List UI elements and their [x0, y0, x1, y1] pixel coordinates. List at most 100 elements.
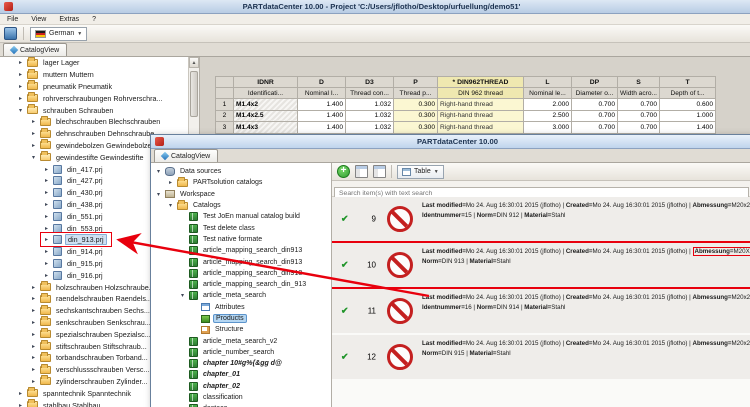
table-cell[interactable]: 1.400	[298, 110, 346, 122]
table-cell[interactable]: Right-hand thread	[438, 110, 524, 122]
expand-arrow-icon[interactable]: ▸	[17, 402, 24, 407]
scroll-up-icon[interactable]: ▲	[189, 57, 199, 68]
tree-item-products[interactable]: Products	[151, 313, 331, 324]
row-number[interactable]: 2	[216, 110, 234, 122]
table-cell[interactable]: 1.032	[346, 122, 394, 134]
expand-arrow-icon[interactable]: ▸	[30, 118, 37, 125]
tree-item-workspace[interactable]: ▾Workspace	[151, 189, 331, 200]
table-cell[interactable]: 2.500	[524, 110, 572, 122]
collapse-arrow-icon[interactable]: ▾	[155, 168, 162, 175]
tree-item-muttern-muttern[interactable]: ▸muttern Muttern	[0, 69, 199, 81]
expand-arrow-icon[interactable]: ▸	[43, 248, 50, 255]
column-header-l[interactable]: L	[524, 77, 572, 88]
tree-item-article-mapping-search-din913[interactable]: article_mapping_search_din913	[151, 245, 331, 256]
collapse-arrow-icon[interactable]: ▾	[17, 107, 24, 114]
tree-item-lager-lager[interactable]: ▸lager Lager	[0, 57, 199, 69]
menu-item[interactable]: ?	[92, 16, 96, 23]
table-cell[interactable]: 0.300	[394, 110, 438, 122]
collapse-arrow-icon[interactable]: ▾	[30, 154, 37, 161]
expand-arrow-icon[interactable]: ▸	[30, 130, 37, 137]
table-cell[interactable]: 0.300	[394, 122, 438, 134]
tree-item-article-mapping-search-din-913[interactable]: article_mapping_search_din_913	[151, 279, 331, 290]
row-number[interactable]: 3	[216, 122, 234, 134]
edit-table-icon[interactable]	[355, 165, 368, 178]
expand-arrow-icon[interactable]: ▸	[167, 179, 174, 186]
table-view-icon[interactable]	[373, 165, 386, 178]
expand-arrow-icon[interactable]: ▸	[43, 166, 50, 173]
tree-item-partsolution-catalogs[interactable]: ▸PARTsolution catalogs	[151, 177, 331, 188]
expand-arrow-icon[interactable]: ▸	[30, 366, 37, 373]
tree-item-test-joen-manual-catalog-build[interactable]: Test JoEn manual catalog build	[151, 211, 331, 222]
table-cell[interactable]: M1.4x2.5	[234, 110, 298, 122]
row-number[interactable]: 1	[216, 99, 234, 111]
expand-arrow-icon[interactable]: ▸	[17, 59, 24, 66]
column-header-thread-p[interactable]: Thread p...	[394, 88, 438, 99]
main-window-titlebar[interactable]: PARTdataCenter 10.00 - Project 'C:/Users…	[0, 0, 750, 14]
tree-item-blechschrauben-blechschrauben[interactable]: ▸blechschrauben Blechschrauben	[0, 116, 199, 128]
table-cell[interactable]: 1.032	[346, 110, 394, 122]
table-cell[interactable]: 1.032	[346, 99, 394, 111]
collapse-arrow-icon[interactable]: ▾	[179, 292, 186, 299]
column-header-dp[interactable]: DP	[572, 77, 618, 88]
tree-item-chapter-01[interactable]: chapter_01	[151, 369, 331, 380]
column-header-d3[interactable]: D3	[346, 77, 394, 88]
table-cell[interactable]: 1.400	[298, 122, 346, 134]
column-header-diameter-o[interactable]: Diameter o...	[572, 88, 618, 99]
tree-item-test-delete-class[interactable]: Test delete class	[151, 222, 331, 233]
table-cell[interactable]: M1.4x2	[234, 99, 298, 111]
expand-arrow-icon[interactable]: ▸	[30, 295, 37, 302]
expand-arrow-icon[interactable]: ▸	[43, 236, 50, 243]
tree-item-schrauben-schrauben[interactable]: ▾schrauben Schrauben	[0, 104, 199, 116]
expand-arrow-icon[interactable]: ▸	[30, 142, 37, 149]
column-header-din-962-thread[interactable]: DIN 962 thread	[438, 88, 524, 99]
table-cell[interactable]: 0.600	[660, 99, 716, 111]
product-row-9[interactable]: ✔9Last modified=Mo 24. Aug 16:30:01 2015…	[332, 197, 750, 241]
tree-item-article-meta-search[interactable]: ▾article_meta_search	[151, 290, 331, 301]
menu-file[interactable]: File	[7, 16, 18, 23]
expand-arrow-icon[interactable]: ▸	[43, 225, 50, 232]
column-header-p[interactable]: P	[394, 77, 438, 88]
expand-arrow-icon[interactable]: ▸	[17, 83, 24, 90]
expand-arrow-icon[interactable]: ▸	[43, 189, 50, 196]
tree-item-pneumatik-pneumatik[interactable]: ▸pneumatik Pneumatik	[0, 81, 199, 93]
collapse-arrow-icon[interactable]: ▾	[155, 191, 162, 198]
expand-arrow-icon[interactable]: ▸	[30, 354, 37, 361]
view-icon[interactable]	[4, 27, 17, 40]
product-row-12[interactable]: ✔12Last modified=Mo 24. Aug 16:30:01 201…	[332, 335, 750, 379]
scrollbar-thumb[interactable]	[190, 71, 198, 117]
table-cell[interactable]: Right-hand thread	[438, 99, 524, 111]
tab-catalogview-front[interactable]: CatalogView	[154, 149, 218, 162]
table-cell[interactable]: 0.700	[572, 99, 618, 111]
column-header-s[interactable]: S	[618, 77, 660, 88]
expand-arrow-icon[interactable]: ▸	[43, 213, 50, 220]
collapse-arrow-icon[interactable]: ▾	[167, 202, 174, 209]
tree-item-article-meta-search-v2[interactable]: article_meta_search_v2	[151, 335, 331, 346]
column-header-t[interactable]: T	[660, 77, 716, 88]
table-cell[interactable]: 2.000	[524, 99, 572, 111]
table-cell[interactable]: 0.700	[618, 122, 660, 134]
product-row-10[interactable]: ✔10Last modified=Mo 24. Aug 16:30:01 201…	[332, 243, 750, 287]
expand-arrow-icon[interactable]: ▸	[30, 284, 37, 291]
expand-arrow-icon[interactable]: ▸	[43, 260, 50, 267]
tree-item-chapter-02[interactable]: chapter_02	[151, 381, 331, 392]
expand-arrow-icon[interactable]: ▸	[43, 177, 50, 184]
tree-item-classification[interactable]: classification	[151, 392, 331, 403]
tab-catalogview-main[interactable]: CatalogView	[3, 43, 67, 56]
expand-arrow-icon[interactable]: ▸	[17, 390, 24, 397]
expand-arrow-icon[interactable]: ▸	[30, 343, 37, 350]
table-cell[interactable]: 0.300	[394, 99, 438, 111]
language-selector[interactable]: German ▼	[30, 27, 87, 41]
tree-item-test-native-formate[interactable]: Test native formate	[151, 234, 331, 245]
table-cell[interactable]: 0.700	[572, 110, 618, 122]
table-cell[interactable]: 3.000	[524, 122, 572, 134]
product-row-11[interactable]: ✔11Last modified=Mo 24. Aug 16:30:01 201…	[332, 289, 750, 333]
tree-item-article-mapping-search-din913[interactable]: article_mapping_search_din913	[151, 268, 331, 279]
table-cell[interactable]: 1.000	[660, 110, 716, 122]
menu-view[interactable]: View	[31, 16, 46, 23]
table-cell[interactable]: 1.400	[660, 122, 716, 134]
column-header-depth-of-t[interactable]: Depth of t...	[660, 88, 716, 99]
expand-arrow-icon[interactable]: ▸	[30, 331, 37, 338]
tree-item-article-number-search[interactable]: article_number_search	[151, 347, 331, 358]
column-header-nominal-i[interactable]: Nominal I...	[298, 88, 346, 99]
table-cell[interactable]: 0.700	[618, 99, 660, 111]
